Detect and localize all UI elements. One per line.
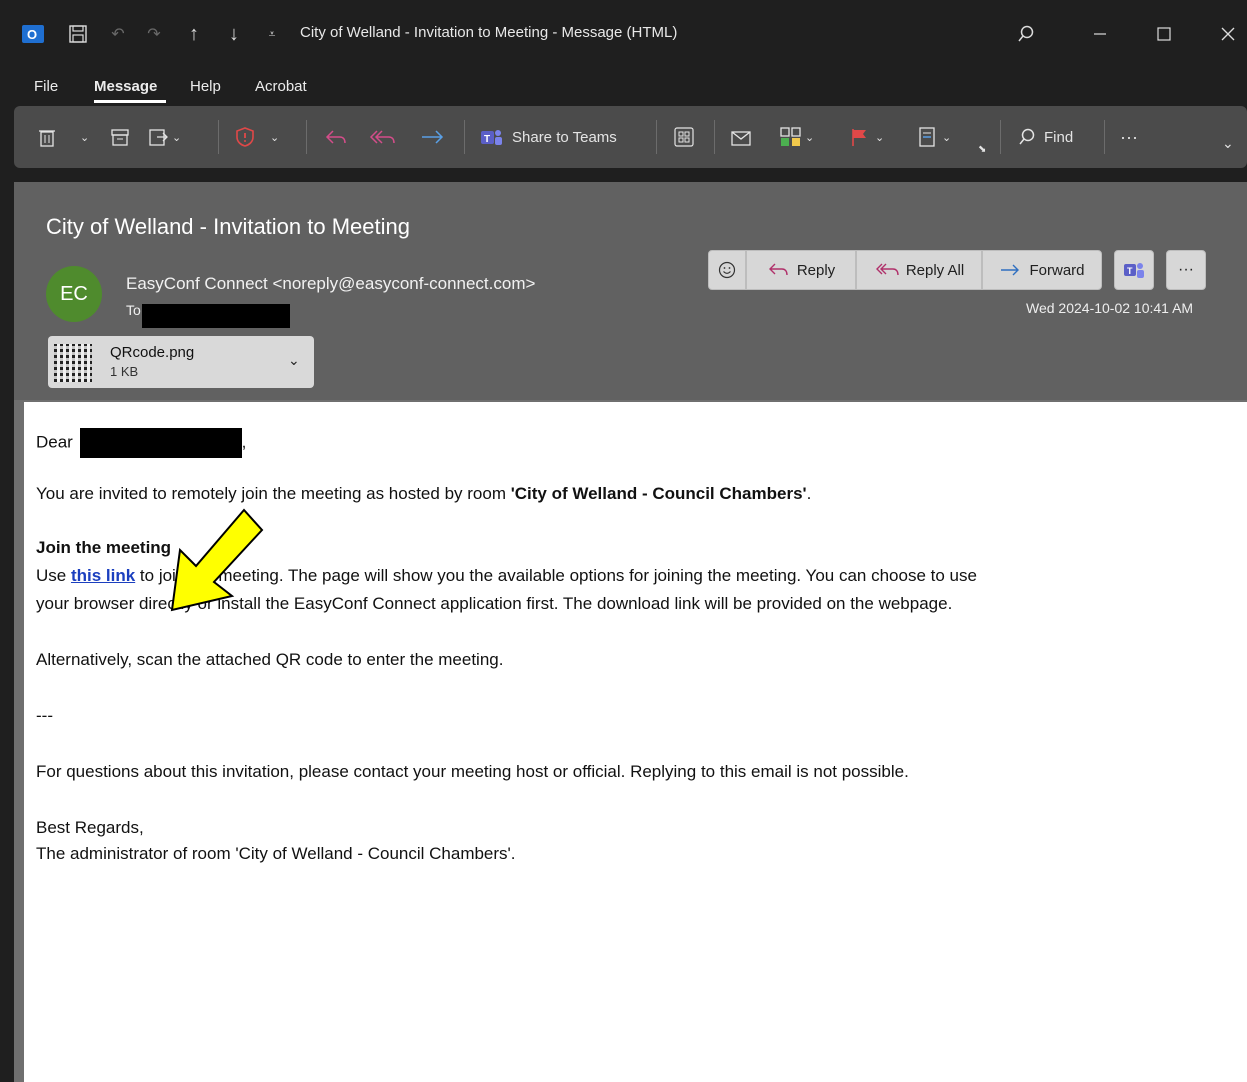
- separator: [1104, 120, 1105, 154]
- chevron-down-icon[interactable]: ⌄: [80, 122, 89, 152]
- apps-icon[interactable]: [674, 122, 694, 152]
- reply-all-button[interactable]: Reply All: [856, 250, 982, 290]
- archive-icon[interactable]: [110, 122, 130, 152]
- search-icon[interactable]: [1012, 20, 1040, 48]
- close-icon[interactable]: [1210, 20, 1246, 48]
- menu-file[interactable]: File: [34, 78, 58, 95]
- annotation-arrow: [152, 498, 272, 628]
- menu-acrobat[interactable]: Acrobat: [255, 78, 307, 95]
- move-icon[interactable]: ⌄: [148, 122, 181, 152]
- to-label: To: [126, 302, 141, 318]
- attachment-name: QRcode.png: [110, 344, 195, 361]
- find-label: Find: [1044, 128, 1074, 146]
- read-unread-icon[interactable]: [730, 122, 754, 152]
- avatar[interactable]: EC: [46, 266, 102, 322]
- next-item-icon[interactable]: ↓: [222, 20, 246, 48]
- customize-toolbar-icon[interactable]: ⩡: [262, 20, 282, 48]
- attachment[interactable]: QRcode.png 1 KB ⌄: [48, 336, 314, 388]
- separator: [306, 120, 307, 154]
- more-actions-button[interactable]: ···: [1166, 250, 1206, 290]
- undo-icon[interactable]: ↶: [106, 20, 130, 48]
- forward-label: Forward: [1029, 261, 1085, 279]
- reply-button[interactable]: Reply: [746, 250, 856, 290]
- sender[interactable]: EasyConf Connect <noreply@easyconf-conne…: [126, 274, 535, 294]
- flag-icon[interactable]: ⌄: [850, 122, 884, 152]
- outlook-app-icon: O: [22, 20, 44, 48]
- redo-icon[interactable]: ↷: [142, 20, 166, 48]
- active-tab-indicator: [94, 100, 166, 103]
- menu-bar: File Message Help Acrobat: [0, 68, 1247, 104]
- svg-text:T: T: [1127, 266, 1133, 276]
- smiley-icon: [718, 261, 736, 279]
- maximize-icon[interactable]: [1146, 20, 1182, 48]
- forward-button[interactable]: Forward: [982, 250, 1102, 290]
- ribbon-expand-icon[interactable]: ⌄: [1222, 128, 1234, 158]
- teams-icon: T: [1124, 263, 1144, 278]
- greeting: Dear ,: [36, 428, 246, 458]
- message-subject: City of Welland - Invitation to Meeting: [46, 214, 410, 239]
- teams-icon: T: [481, 130, 502, 145]
- ribbon: ⌄ ⌄ ⌄ T Share to Teams ⌄ ⌄ ⌄ ⬊ Find ··· …: [14, 106, 1247, 168]
- forward-icon: [1001, 264, 1020, 276]
- menu-help[interactable]: Help: [190, 78, 221, 95]
- expand-group-icon[interactable]: ⬊: [978, 142, 986, 156]
- title-bar: O ↶ ↷ ↑ ↓ ⩡ City of Welland - Invitation…: [0, 0, 1247, 68]
- delete-icon[interactable]: [38, 122, 56, 152]
- forward-icon[interactable]: [420, 122, 446, 152]
- qr-code-thumbnail: [54, 344, 92, 382]
- signature: The administrator of room 'City of Wella…: [36, 844, 516, 863]
- report-icon[interactable]: ⌄: [234, 122, 279, 152]
- separator: [714, 120, 715, 154]
- reply-all-icon: [875, 263, 899, 276]
- categorize-icon[interactable]: ⌄: [780, 122, 814, 152]
- save-icon[interactable]: [66, 20, 90, 48]
- menu-message[interactable]: Message: [94, 78, 157, 95]
- closing: Best Regards,: [36, 818, 144, 837]
- contact-notice: For questions about this invitation, ple…: [36, 762, 909, 781]
- join-heading: Join the meeting: [36, 538, 172, 557]
- qr-instructions: Alternatively, scan the attached QR code…: [36, 650, 504, 669]
- separator: [218, 120, 219, 154]
- find-icon: [1019, 128, 1035, 145]
- reactions-button[interactable]: [708, 250, 746, 290]
- divider-text: ---: [36, 706, 53, 725]
- separator: [656, 120, 657, 154]
- redacted-name: [79, 428, 242, 458]
- reply-icon[interactable]: [324, 122, 348, 152]
- more-options-button[interactable]: ···: [1120, 122, 1138, 152]
- redacted-recipient: [142, 304, 290, 328]
- teams-button[interactable]: T: [1114, 250, 1154, 290]
- notes-icon[interactable]: ⌄: [918, 122, 951, 152]
- meeting-link[interactable]: this link: [71, 566, 135, 585]
- share-to-teams-button[interactable]: T Share to Teams: [480, 122, 617, 152]
- received-date: Wed 2024-10-02 10:41 AM: [1026, 300, 1194, 316]
- window-title: City of Welland - Invitation to Meeting …: [300, 24, 678, 41]
- previous-item-icon[interactable]: ↑: [182, 20, 206, 48]
- message-header: City of Welland - Invitation to Meeting …: [14, 182, 1247, 400]
- reply-all-label: Reply All: [905, 261, 965, 279]
- separator: [1000, 120, 1001, 154]
- minimize-icon[interactable]: [1082, 20, 1118, 48]
- separator: [464, 120, 465, 154]
- reply-all-icon[interactable]: [368, 122, 398, 152]
- svg-text:T: T: [484, 134, 490, 145]
- reply-label: Reply: [796, 261, 836, 279]
- share-to-teams-label: Share to Teams: [512, 128, 617, 146]
- reply-icon: [768, 263, 788, 276]
- svg-text:O: O: [27, 27, 37, 42]
- chevron-down-icon[interactable]: ⌄: [288, 352, 300, 369]
- find-button[interactable]: Find: [1018, 122, 1073, 152]
- attachment-size: 1 KB: [110, 364, 139, 379]
